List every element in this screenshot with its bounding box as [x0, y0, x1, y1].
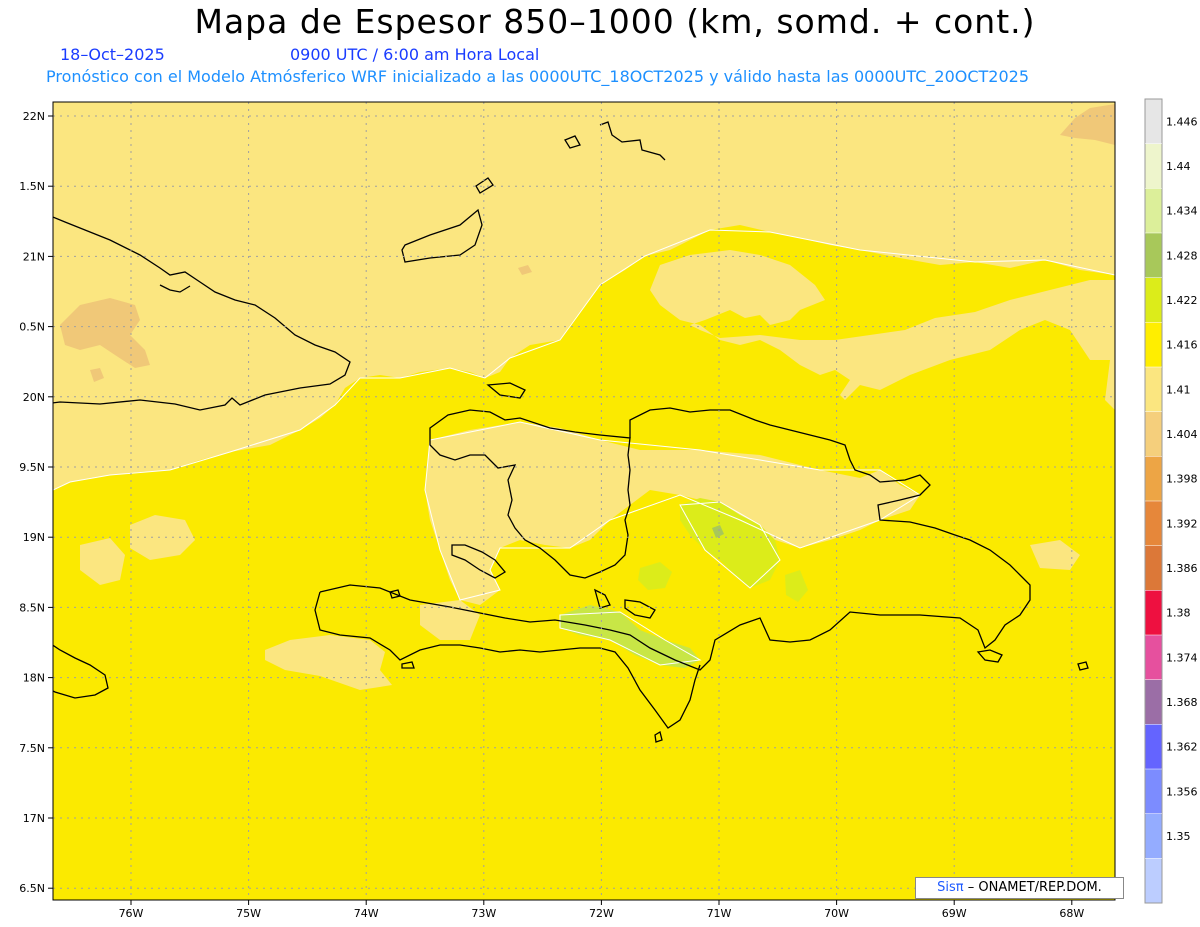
- lon-label: 75W: [236, 907, 261, 920]
- colorbar-label: 1.416: [1166, 339, 1198, 352]
- thickness-field: [53, 102, 1115, 900]
- lon-label: 73W: [471, 907, 496, 920]
- colorbar-label: 1.41: [1166, 383, 1191, 396]
- colorbar-swatch: [1145, 724, 1162, 770]
- lat-label: 18N: [23, 672, 45, 685]
- lat-label: 21N: [23, 250, 45, 263]
- colorbar-label: 1.422: [1166, 294, 1198, 307]
- lon-label: 72W: [589, 907, 614, 920]
- lat-label: 17N: [23, 812, 45, 825]
- colorbar-swatch: [1145, 501, 1162, 547]
- colorbar-swatch: [1145, 545, 1162, 591]
- colorbar-swatch: [1145, 635, 1162, 681]
- colorbar-label: 1.392: [1166, 517, 1198, 530]
- colorbar-swatch: [1145, 277, 1162, 323]
- colorbar-swatch: [1145, 99, 1162, 145]
- lat-label: 9.5N: [19, 461, 45, 474]
- lat-label: 7.5N: [19, 742, 45, 755]
- colorbar-label: 1.362: [1166, 741, 1198, 754]
- colorbar-label: 1.374: [1166, 651, 1198, 664]
- colorbar-swatch: [1145, 233, 1162, 279]
- colorbar-label: 1.38: [1166, 607, 1191, 620]
- colorbar-swatch: [1145, 858, 1162, 904]
- credit-text: – ONAMET/REP.DOM.: [967, 880, 1102, 895]
- colorbar-label: 1.446: [1166, 115, 1198, 128]
- lon-label: 76W: [119, 907, 144, 920]
- colorbar-swatch: [1145, 411, 1162, 457]
- lon-label: 71W: [707, 907, 732, 920]
- lat-label: 6.5N: [19, 882, 45, 895]
- colorbar-swatch: [1145, 456, 1162, 502]
- colorbar-label: 1.434: [1166, 205, 1198, 218]
- colorbar-swatch: [1145, 679, 1162, 725]
- colorbar-label: 1.368: [1166, 696, 1198, 709]
- credit-brand: Sisπ: [937, 880, 964, 895]
- colorbar-swatch: [1145, 322, 1162, 368]
- lat-label: 22N: [23, 110, 45, 123]
- colorbar-swatch: [1145, 367, 1162, 413]
- latitude-axis: 22N 1.5N 21N 0.5N 20N 9.5N 19N 8.5N 18N 7.5N 17N 6.…: [19, 110, 53, 895]
- lat-label: 8.5N: [19, 601, 45, 614]
- lon-label: 68W: [1059, 907, 1084, 920]
- lat-label: 1.5N: [19, 180, 45, 193]
- lat-label: 20N: [23, 391, 45, 404]
- colorbar-swatch: [1145, 188, 1162, 234]
- colorbar-label: 1.398: [1166, 473, 1198, 486]
- lon-label: 74W: [354, 907, 379, 920]
- lat-label: 19N: [23, 531, 45, 544]
- thickness-map: 22N 1.5N 21N 0.5N 20N 9.5N 19N 8.5N 18N 7.5N 17N 6.…: [19, 98, 1198, 920]
- colorbar-swatch: [1145, 590, 1162, 636]
- colorbar: 1.446 1.44 1.434 1.428 1.422 1.416 1.41 1.404 1.…: [1144, 98, 1198, 904]
- colorbar-label: 1.35: [1166, 830, 1191, 843]
- lon-label: 69W: [942, 907, 967, 920]
- colorbar-label: 1.428: [1166, 249, 1198, 262]
- colorbar-swatch: [1145, 813, 1162, 859]
- colorbar-label: 1.386: [1166, 562, 1198, 575]
- colorbar-swatch: [1145, 769, 1162, 815]
- colorbar-label: 1.404: [1166, 428, 1198, 441]
- colorbar-swatch: [1145, 143, 1162, 189]
- colorbar-label: 1.356: [1166, 785, 1198, 798]
- credit-box: Sisπ – ONAMET/REP.DOM.: [915, 877, 1124, 899]
- colorbar-label: 1.44: [1166, 160, 1191, 173]
- lat-label: 0.5N: [19, 321, 45, 334]
- lon-label: 70W: [824, 907, 849, 920]
- longitude-axis: 76W 75W 74W 73W 72W 71W 70W 69W 68W: [119, 900, 1084, 920]
